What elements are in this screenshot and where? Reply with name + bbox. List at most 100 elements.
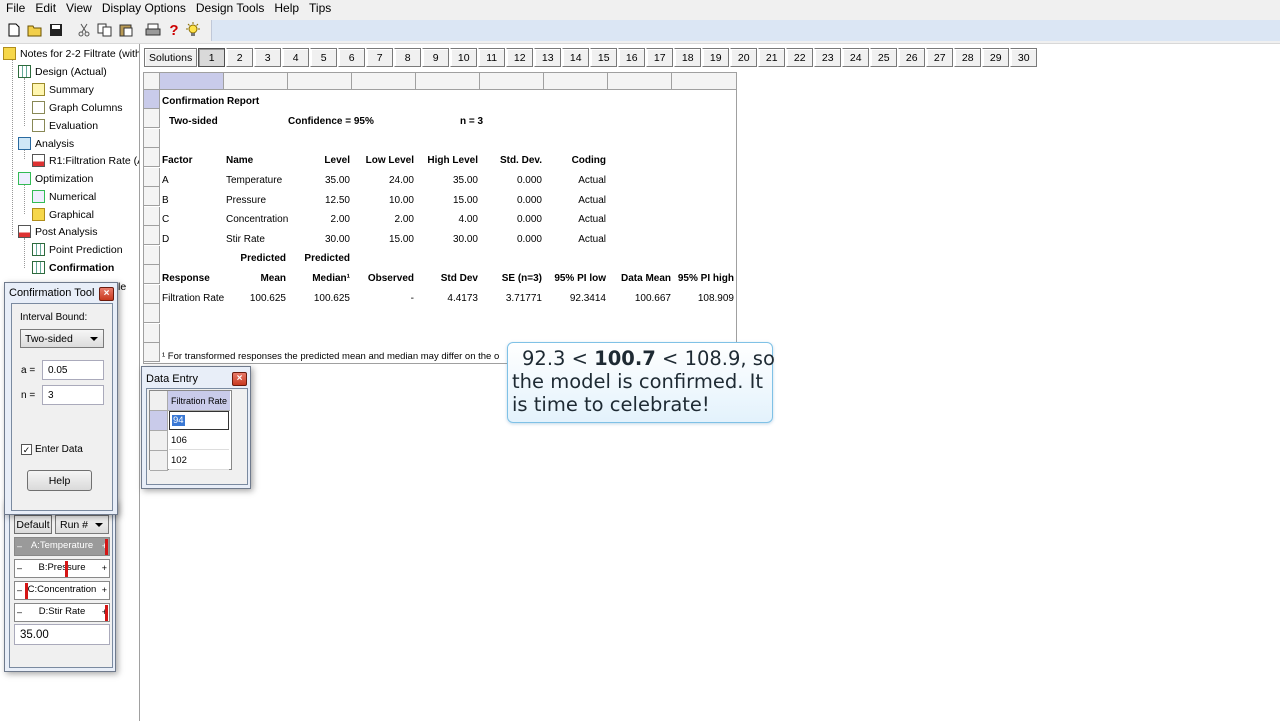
filtration-rate-header[interactable]: Filtration Rate: [168, 391, 230, 411]
row-header[interactable]: [150, 431, 168, 451]
column-header[interactable]: [288, 73, 352, 90]
factor-value-field[interactable]: 35.00: [14, 624, 110, 645]
row-header[interactable]: [144, 148, 160, 167]
slider-plus-button[interactable]: +: [102, 585, 107, 595]
slider-minus-button[interactable]: –: [17, 585, 22, 595]
column-header[interactable]: [160, 73, 224, 90]
help-button[interactable]: Help: [27, 470, 92, 491]
solution-tab[interactable]: 4: [282, 48, 310, 67]
interval-bound-select[interactable]: Two-sided: [20, 329, 104, 348]
data-cell[interactable]: 102: [169, 451, 229, 470]
solution-tab[interactable]: 14: [562, 48, 590, 67]
solution-tab[interactable]: 25: [870, 48, 898, 67]
row-header[interactable]: [144, 304, 160, 323]
column-header[interactable]: [224, 73, 288, 90]
solution-tab[interactable]: 29: [982, 48, 1010, 67]
column-header[interactable]: [480, 73, 544, 90]
tree-root[interactable]: Notes for 2-2 Filtrate (with: [3, 45, 139, 62]
solution-tab[interactable]: 11: [478, 48, 506, 67]
data-cell[interactable]: 94: [169, 411, 229, 430]
slider-plus-button[interactable]: +: [102, 563, 107, 573]
slider-level-marker[interactable]: [105, 605, 108, 621]
solution-tab[interactable]: 10: [450, 48, 478, 67]
slider-minus-button[interactable]: –: [17, 541, 22, 551]
menu-tips[interactable]: Tips: [304, 0, 336, 17]
tree-post-analysis[interactable]: Post Analysis: [18, 223, 97, 240]
factor-slider[interactable]: B:Pressure – +: [14, 559, 110, 578]
row-header[interactable]: [144, 207, 160, 226]
factor-slider[interactable]: C:Concentration – +: [14, 581, 110, 600]
solution-tab[interactable]: 23: [814, 48, 842, 67]
default-button[interactable]: Default: [14, 515, 52, 534]
menu-help[interactable]: Help: [269, 0, 304, 17]
solution-tab[interactable]: 8: [394, 48, 422, 67]
tree-partial-item[interactable]: le: [118, 278, 126, 295]
column-header[interactable]: [672, 73, 736, 90]
tree-r1-filtration-rate[interactable]: R1:Filtration Rate (A: [32, 152, 139, 169]
tree-evaluation[interactable]: Evaluation: [32, 117, 98, 134]
solution-tab[interactable]: 24: [842, 48, 870, 67]
slider-level-marker[interactable]: [65, 561, 68, 577]
solution-tab[interactable]: 3: [254, 48, 282, 67]
row-header[interactable]: [150, 451, 168, 471]
row-header[interactable]: [144, 187, 160, 206]
enter-data-checkbox[interactable]: ✓: [21, 444, 32, 455]
menu-view[interactable]: View: [61, 0, 97, 17]
row-header[interactable]: [144, 285, 160, 304]
help-icon[interactable]: ?: [166, 22, 182, 39]
menu-edit[interactable]: Edit: [30, 0, 61, 17]
tree-graphical[interactable]: Graphical: [32, 206, 94, 223]
tree-confirmation[interactable]: Confirmation: [32, 259, 114, 276]
row-header[interactable]: [150, 411, 168, 431]
slider-minus-button[interactable]: –: [17, 563, 22, 573]
solution-tab[interactable]: 19: [702, 48, 730, 67]
slider-level-marker[interactable]: [25, 583, 28, 599]
solution-tab[interactable]: 15: [590, 48, 618, 67]
solution-tab[interactable]: 2: [226, 48, 254, 67]
copy-icon[interactable]: [97, 22, 113, 38]
new-file-icon[interactable]: [6, 22, 22, 38]
solution-tab[interactable]: 18: [674, 48, 702, 67]
solution-tab[interactable]: 27: [926, 48, 954, 67]
solution-tab[interactable]: 22: [786, 48, 814, 67]
tree-design[interactable]: Design (Actual): [18, 63, 107, 80]
cut-icon[interactable]: [76, 22, 92, 38]
solution-tab[interactable]: 6: [338, 48, 366, 67]
close-icon[interactable]: ×: [232, 372, 247, 386]
data-cell[interactable]: 106: [169, 431, 229, 450]
print-icon[interactable]: [145, 22, 161, 38]
row-header[interactable]: [144, 226, 160, 245]
open-folder-icon[interactable]: [27, 22, 43, 38]
solution-tab[interactable]: 28: [954, 48, 982, 67]
column-header[interactable]: [416, 73, 480, 90]
menu-display-options[interactable]: Display Options: [97, 0, 191, 17]
solution-tab[interactable]: 16: [618, 48, 646, 67]
tree-graph-columns[interactable]: Graph Columns: [32, 99, 123, 116]
solution-tab[interactable]: 26: [898, 48, 926, 67]
tree-analysis[interactable]: Analysis: [18, 135, 74, 152]
column-header[interactable]: [544, 73, 608, 90]
menu-design-tools[interactable]: Design Tools: [191, 0, 269, 17]
row-header[interactable]: [144, 265, 160, 284]
menu-file[interactable]: File: [0, 0, 30, 17]
tree-numerical[interactable]: Numerical: [32, 188, 96, 205]
solution-tab[interactable]: 12: [506, 48, 534, 67]
n-field[interactable]: 3: [42, 385, 104, 405]
slider-level-marker[interactable]: [105, 539, 108, 555]
tree-point-prediction[interactable]: Point Prediction: [32, 241, 123, 258]
solution-tab[interactable]: 20: [730, 48, 758, 67]
column-header[interactable]: [608, 73, 672, 90]
solution-tab[interactable]: 13: [534, 48, 562, 67]
row-header[interactable]: [144, 324, 160, 343]
tree-optimization[interactable]: Optimization: [18, 170, 93, 187]
column-header[interactable]: [352, 73, 416, 90]
paste-icon[interactable]: [118, 22, 134, 38]
slider-minus-button[interactable]: –: [17, 607, 22, 617]
solution-tab[interactable]: 5: [310, 48, 338, 67]
alpha-field[interactable]: 0.05: [42, 360, 104, 380]
solution-tab[interactable]: 17: [646, 48, 674, 67]
save-icon[interactable]: [48, 22, 64, 38]
factor-slider[interactable]: A:Temperature–+: [14, 537, 110, 556]
tree-summary[interactable]: Summary: [32, 81, 94, 98]
row-header[interactable]: [144, 343, 160, 362]
